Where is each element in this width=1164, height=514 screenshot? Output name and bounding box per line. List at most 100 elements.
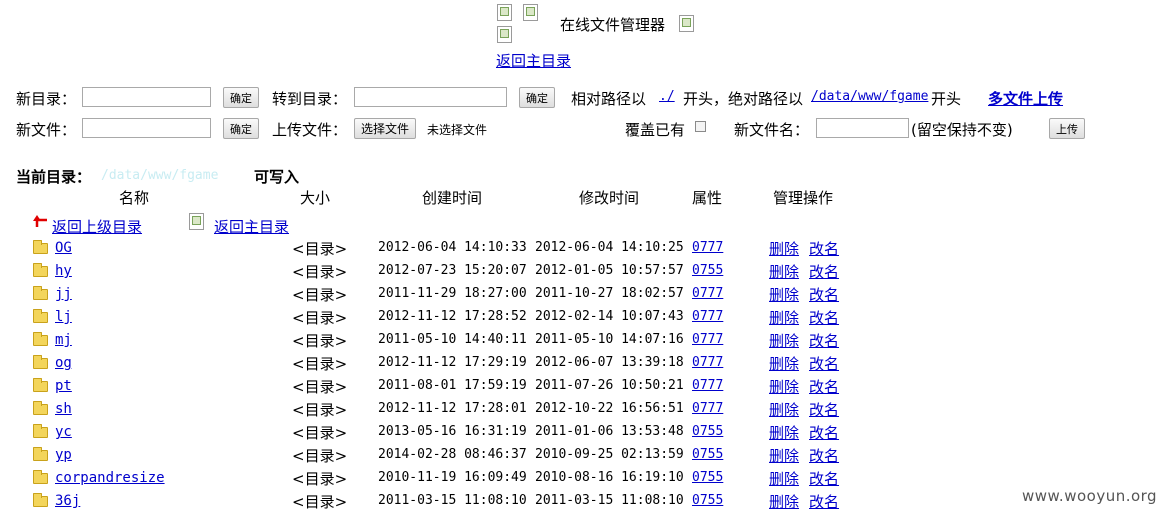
folder-name-link[interactable]: lj (55, 309, 72, 325)
mtime-cell: 2012-06-07 13:39:18 (535, 355, 684, 370)
folder-icon (33, 286, 48, 300)
delete-link[interactable]: 删除 (769, 284, 799, 305)
multi-upload-link[interactable]: 多文件上传 (988, 88, 1063, 109)
rename-link[interactable]: 改名 (809, 376, 839, 397)
watermark: www.wooyun.org (1022, 487, 1158, 505)
goto-dir-input[interactable] (354, 87, 507, 107)
ctime-cell: 2012-06-04 14:10:33 (378, 240, 527, 255)
new-file-confirm-button[interactable]: 确定 (223, 118, 259, 139)
back-main-link-2[interactable]: 返回主目录 (214, 216, 289, 237)
path-hint-mid: 开头，绝对路径以 (683, 90, 804, 108)
delete-link[interactable]: 删除 (769, 422, 799, 443)
permission-link[interactable]: 0755 (692, 447, 723, 462)
permission-link[interactable]: 0755 (692, 470, 723, 485)
folder-name-link[interactable]: og (55, 355, 72, 371)
folder-name-link[interactable]: sh (55, 401, 72, 417)
permission-link[interactable]: 0755 (692, 263, 723, 278)
mtime-cell: 2011-10-27 18:02:57 (535, 286, 684, 301)
folder-name-link[interactable]: pt (55, 378, 72, 394)
relative-path-link[interactable]: ./ (659, 89, 675, 104)
permission-link[interactable]: 0777 (692, 332, 723, 347)
rename-link[interactable]: 改名 (809, 238, 839, 259)
ctime-cell: 2011-11-29 18:27:00 (378, 286, 527, 301)
size-cell: <目录> (292, 401, 348, 419)
folder-name-link[interactable]: hy (55, 263, 72, 279)
rename-link[interactable]: 改名 (809, 307, 839, 328)
mtime-cell: 2010-08-16 16:19:10 (535, 470, 684, 485)
folder-icon (33, 240, 48, 254)
broken-image-icon (497, 26, 512, 43)
permission-link[interactable]: 0777 (692, 401, 723, 416)
table-row: yc <目录> 2013-05-16 16:31:19 2011-01-06 13:5… (0, 422, 860, 445)
back-main-link[interactable]: 返回主目录 (496, 50, 571, 71)
rename-link[interactable]: 改名 (809, 468, 839, 489)
overwrite-label: 覆盖已有 (625, 121, 686, 139)
delete-link[interactable]: 删除 (769, 307, 799, 328)
delete-link[interactable]: 删除 (769, 468, 799, 489)
table-row: corpandresize <目录> 2010-11-19 16:09:49 2010… (0, 468, 860, 491)
rename-link[interactable]: 改名 (809, 353, 839, 374)
permission-link[interactable]: 0777 (692, 355, 723, 370)
upload-button[interactable]: 上传 (1049, 118, 1085, 139)
size-cell: <目录> (292, 332, 348, 350)
delete-link[interactable]: 删除 (769, 445, 799, 466)
permission-link[interactable]: 0777 (692, 378, 723, 393)
permission-link[interactable]: 0777 (692, 286, 723, 301)
permission-link[interactable]: 0755 (692, 493, 723, 508)
rename-link[interactable]: 改名 (809, 284, 839, 305)
folder-name-link[interactable]: jj (55, 286, 72, 302)
permission-link[interactable]: 0777 (692, 240, 723, 255)
ctime-cell: 2013-05-16 16:31:19 (378, 424, 527, 439)
rename-link[interactable]: 改名 (809, 330, 839, 351)
column-header-name: 名称 (119, 189, 150, 207)
overwrite-checkbox[interactable] (695, 121, 706, 132)
ctime-cell: 2012-07-23 15:20:07 (378, 263, 527, 278)
new-file-input[interactable] (82, 118, 211, 138)
delete-link[interactable]: 删除 (769, 376, 799, 397)
folder-icon (33, 309, 48, 323)
delete-link[interactable]: 删除 (769, 261, 799, 282)
rename-link[interactable]: 改名 (809, 261, 839, 282)
rename-link[interactable]: 改名 (809, 399, 839, 420)
delete-link[interactable]: 删除 (769, 330, 799, 351)
delete-link[interactable]: 删除 (769, 238, 799, 259)
current-dir-path: /data/www/fgame (101, 168, 219, 183)
broken-image-icon (523, 4, 538, 21)
column-header-ctime: 创建时间 (422, 189, 483, 207)
choose-file-button[interactable]: 选择文件 (354, 118, 417, 139)
broken-image-icon (189, 213, 204, 230)
goto-dir-confirm-button[interactable]: 确定 (519, 87, 555, 108)
absolute-path-link[interactable]: /data/www/fgame (811, 89, 928, 104)
rename-link[interactable]: 改名 (809, 445, 839, 466)
delete-link[interactable]: 删除 (769, 491, 799, 512)
new-dir-input[interactable] (82, 87, 211, 107)
up-level-link[interactable]: 返回上级目录 (52, 216, 142, 237)
size-cell: <目录> (292, 470, 348, 488)
new-filename-input[interactable] (816, 118, 909, 138)
mtime-cell: 2011-05-10 14:07:16 (535, 332, 684, 347)
mtime-cell: 2011-01-06 13:53:48 (535, 424, 684, 439)
path-hint-prefix: 相对路径以 (571, 90, 647, 108)
table-row: yp <目录> 2014-02-28 08:46:37 2010-09-25 02:1… (0, 445, 860, 468)
folder-name-link[interactable]: OG (55, 240, 72, 256)
size-cell: <目录> (292, 378, 348, 396)
ctime-cell: 2012-11-12 17:28:01 (378, 401, 527, 416)
rename-link[interactable]: 改名 (809, 422, 839, 443)
mtime-cell: 2012-02-14 10:07:43 (535, 309, 684, 324)
rename-link[interactable]: 改名 (809, 491, 839, 512)
folder-name-link[interactable]: yp (55, 447, 72, 463)
folder-name-link[interactable]: yc (55, 424, 72, 440)
new-dir-confirm-button[interactable]: 确定 (223, 87, 259, 108)
folder-name-link[interactable]: mj (55, 332, 72, 348)
folder-icon (33, 378, 48, 392)
permission-link[interactable]: 0777 (692, 309, 723, 324)
folder-name-link[interactable]: corpandresize (55, 470, 165, 486)
permission-link[interactable]: 0755 (692, 424, 723, 439)
column-header-perm: 属性 (692, 189, 723, 207)
upload-file-label: 上传文件： (272, 121, 348, 139)
delete-link[interactable]: 删除 (769, 353, 799, 374)
up-arrow-icon (33, 214, 49, 228)
ctime-cell: 2011-05-10 14:40:11 (378, 332, 527, 347)
delete-link[interactable]: 删除 (769, 399, 799, 420)
column-header-mtime: 修改时间 (579, 189, 640, 207)
